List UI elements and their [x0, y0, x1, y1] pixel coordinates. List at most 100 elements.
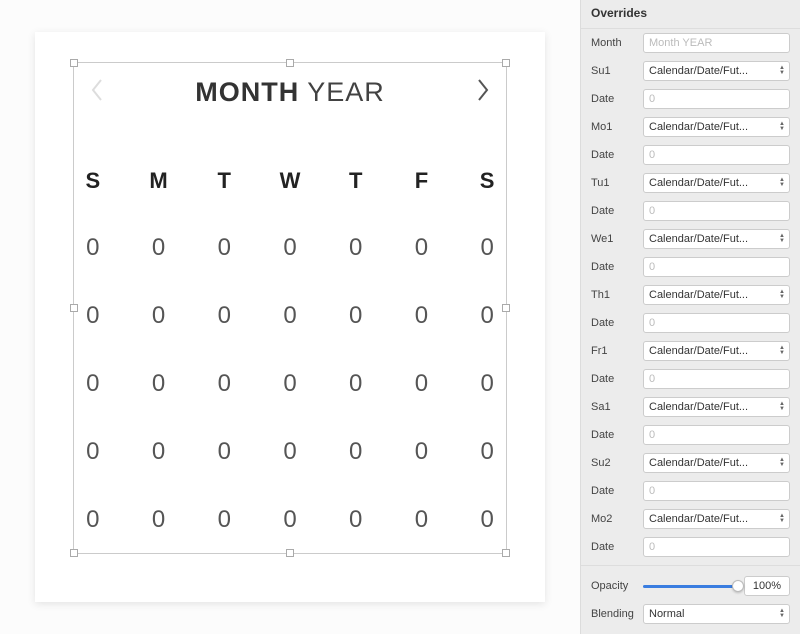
date-cell: 0: [454, 506, 520, 534]
override-row: Su2Calendar/Date/Fut...▲▼: [581, 449, 800, 477]
resize-handle[interactable]: [502, 59, 510, 67]
date-cell: 0: [257, 370, 323, 398]
override-row-date: Date: [581, 421, 800, 449]
override-label: Date: [591, 205, 637, 217]
symbol-select-value: Calendar/Date/Fut...: [649, 65, 776, 77]
override-label: Su1: [591, 65, 637, 77]
override-label: Date: [591, 429, 637, 441]
override-row: Th1 Calendar/Date/Fut...▲▼: [581, 281, 800, 309]
date-input[interactable]: [643, 89, 790, 109]
symbol-select-value: Calendar/Date/Fut...: [649, 513, 776, 525]
override-row-date: Date: [581, 85, 800, 113]
symbol-select[interactable]: Calendar/Date/Fut...▲▼: [643, 453, 790, 473]
override-row-date: Date: [581, 365, 800, 393]
date-input[interactable]: [643, 257, 790, 277]
date-cell: 0: [454, 438, 520, 466]
calendar-artboard[interactable]: MONTH YEAR S M T W T F S 000000000000000…: [35, 32, 545, 602]
override-row: Tu1Calendar/Date/Fut...▲▼: [581, 169, 800, 197]
stepper-icon: ▲▼: [779, 234, 785, 244]
slider-thumb[interactable]: [732, 580, 744, 592]
override-label: We1: [591, 233, 637, 245]
override-row-date: Date: [581, 253, 800, 281]
canvas-area[interactable]: MONTH YEAR S M T W T F S 000000000000000…: [0, 0, 580, 634]
symbol-select-value: Calendar/Date/Fut...: [649, 289, 776, 301]
override-label: Mo2: [591, 513, 637, 525]
opacity-slider[interactable]: [643, 585, 738, 588]
symbol-select-value: Calendar/Date/Fut...: [649, 177, 776, 189]
override-row: Su1 Calendar/Date/Fut...▲▼: [581, 57, 800, 85]
symbol-select[interactable]: Calendar/Date/Fut...▲▼: [643, 341, 790, 361]
symbol-select-value: Calendar/Date/Fut...: [649, 457, 776, 469]
stepper-icon: ▲▼: [779, 290, 785, 300]
override-row: Sa1Calendar/Date/Fut...▲▼: [581, 393, 800, 421]
month-input[interactable]: [643, 33, 790, 53]
stepper-icon: ▲▼: [779, 178, 785, 188]
symbol-select-value: Calendar/Date/Fut...: [649, 233, 776, 245]
date-row: 0000000: [60, 302, 520, 330]
symbol-select[interactable]: Calendar/Date/Fut...▲▼: [643, 509, 790, 529]
symbol-select[interactable]: Calendar/Date/Fut...▲▼: [643, 61, 790, 81]
date-cell: 0: [191, 302, 257, 330]
override-label: Date: [591, 93, 637, 105]
symbol-select[interactable]: Calendar/Date/Fut...▲▼: [643, 229, 790, 249]
date-cell: 0: [60, 302, 126, 330]
override-row-date: Date: [581, 533, 800, 561]
override-row-month: Month: [581, 29, 800, 57]
symbol-select-value: Calendar/Date/Fut...: [649, 345, 776, 357]
date-cell: 0: [454, 302, 520, 330]
dayhead: W: [257, 168, 323, 194]
date-cell: 0: [323, 234, 389, 262]
date-input[interactable]: [643, 145, 790, 165]
date-grid: 00000000000000000000000000000000000: [60, 234, 520, 534]
date-input[interactable]: [643, 481, 790, 501]
override-row: Fr1Calendar/Date/Fut...▲▼: [581, 337, 800, 365]
date-cell: 0: [257, 234, 323, 262]
date-input[interactable]: [643, 313, 790, 333]
date-cell: 0: [389, 370, 455, 398]
opacity-label: Opacity: [591, 580, 637, 592]
chevron-right-icon[interactable]: [476, 78, 490, 107]
date-cell: 0: [323, 302, 389, 330]
date-row: 0000000: [60, 370, 520, 398]
date-cell: 0: [60, 370, 126, 398]
date-row: 0000000: [60, 438, 520, 466]
overrides-title: Overrides: [581, 0, 800, 29]
resize-handle[interactable]: [502, 549, 510, 557]
symbol-select[interactable]: Calendar/Date/Fut...▲▼: [643, 285, 790, 305]
date-cell: 0: [60, 438, 126, 466]
override-list[interactable]: Month Su1Calendar/Date/Fut...▲▼DateMo1Ca…: [581, 29, 800, 565]
appearance-section: Opacity 100% Blending Normal ▲▼: [581, 565, 800, 634]
date-cell: 0: [126, 438, 192, 466]
dayhead: F: [389, 168, 455, 194]
symbol-select-value: Calendar/Date/Fut...: [649, 401, 776, 413]
stepper-icon: ▲▼: [779, 514, 785, 524]
resize-handle[interactable]: [286, 59, 294, 67]
calendar-title-month: MONTH: [195, 77, 299, 107]
override-row: Mo2 Calendar/Date/Fut...▲▼: [581, 505, 800, 533]
opacity-value[interactable]: 100%: [744, 576, 790, 596]
blending-row: Blending Normal ▲▼: [581, 600, 800, 628]
date-row: 0000000: [60, 506, 520, 534]
symbol-select[interactable]: Calendar/Date/Fut...▲▼: [643, 397, 790, 417]
override-label: Date: [591, 373, 637, 385]
date-cell: 0: [191, 234, 257, 262]
blending-value: Normal: [649, 608, 776, 620]
date-input[interactable]: [643, 201, 790, 221]
date-input[interactable]: [643, 537, 790, 557]
date-input[interactable]: [643, 369, 790, 389]
override-label: Date: [591, 149, 637, 161]
inspector-panel: Overrides Month Su1Calendar/Date/Fut...▲…: [580, 0, 800, 634]
symbol-select[interactable]: Calendar/Date/Fut...▲▼: [643, 117, 790, 137]
date-input[interactable]: [643, 425, 790, 445]
calendar-header: MONTH YEAR: [60, 77, 520, 108]
dayhead: S: [454, 168, 520, 194]
calendar-title: MONTH YEAR: [195, 77, 385, 108]
chevron-left-icon[interactable]: [90, 78, 104, 107]
date-cell: 0: [191, 438, 257, 466]
blending-select[interactable]: Normal ▲▼: [643, 604, 790, 624]
resize-handle[interactable]: [70, 59, 78, 67]
override-label: Th1: [591, 289, 637, 301]
symbol-select[interactable]: Calendar/Date/Fut...▲▼: [643, 173, 790, 193]
resize-handle[interactable]: [286, 549, 294, 557]
resize-handle[interactable]: [70, 549, 78, 557]
